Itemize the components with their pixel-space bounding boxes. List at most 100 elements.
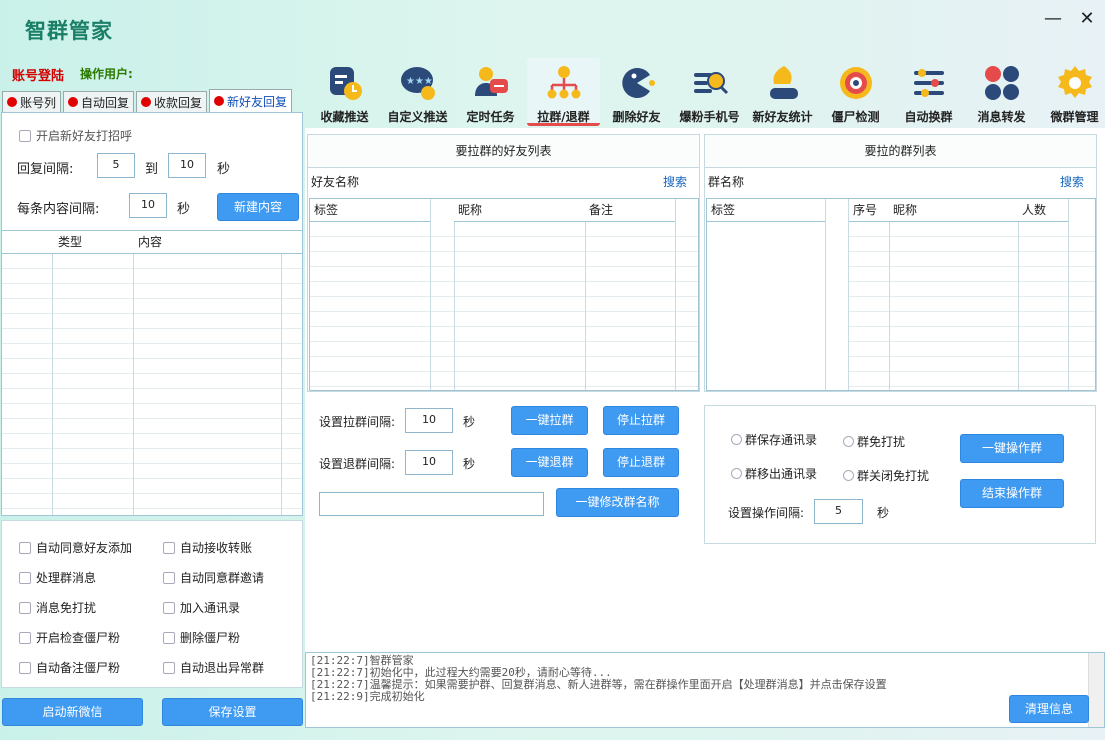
minimize-button[interactable]: — — [1042, 8, 1064, 30]
checkbox-icon — [19, 571, 31, 584]
toolbar-scheduled-task[interactable]: 定时任务 — [454, 58, 527, 126]
quit-interval-input[interactable]: 10 — [405, 450, 453, 475]
column-header-nickname: 昵称 — [889, 199, 1018, 222]
delete-friend-icon — [618, 64, 656, 102]
group-table[interactable]: 标签 序号 昵称 人数 — [706, 198, 1096, 391]
pull-quit-group-icon — [545, 64, 583, 102]
toolbar-delete-friend[interactable]: 删除好友 — [600, 58, 673, 126]
tab-auto-reply[interactable]: 自动回复 — [63, 91, 135, 112]
log-scrollbar[interactable] — [1088, 653, 1104, 727]
handle-group-msg-checkbox[interactable]: 处理群消息 — [19, 569, 96, 586]
tab-label: 账号列 — [20, 95, 57, 110]
group-mute-radio[interactable]: 群免打扰 — [843, 433, 905, 450]
group-filter-bar: 群名称 搜索 — [705, 168, 1096, 197]
message-forward-icon — [983, 64, 1021, 102]
seconds-label: 秒 — [463, 415, 476, 429]
checkbox-icon — [19, 129, 31, 142]
group-remove-contacts-radio[interactable]: 群移出通讯录 — [731, 465, 817, 482]
toolbar-label: 自动换群 — [904, 110, 953, 124]
stop-pull-button[interactable]: 停止拉群 — [603, 406, 679, 435]
toolbar-favorites-push[interactable]: 收藏推送 — [308, 58, 381, 126]
delete-zombie-checkbox[interactable]: 删除僵尸粉 — [163, 629, 240, 646]
checkbox-label: 加入通讯录 — [180, 601, 241, 615]
reply-interval-from-input[interactable]: 5 — [97, 153, 135, 178]
main-area: 要拉群的好友列表 好友名称 搜索 标签 昵称 备注 要拉的群列表 群名称 搜索 — [305, 128, 1105, 654]
toolbar-friend-stats[interactable]: 新好友统计 — [746, 58, 819, 126]
operation-interval-input[interactable]: 5 — [814, 499, 863, 524]
pull-group-button[interactable]: 一键拉群 — [511, 406, 588, 435]
status-dot-icon — [7, 97, 17, 107]
friend-table[interactable]: 标签 昵称 备注 — [309, 198, 699, 391]
toolbar-label: 爆粉手机号 — [679, 110, 740, 124]
toolbar-auto-switch-group[interactable]: 自动换群 — [892, 58, 965, 126]
column-header-number: 序号 — [849, 199, 889, 222]
quit-interval-label: 设置退群间隔: — [319, 457, 396, 471]
toolbar-pull-quit-group[interactable]: 拉群/退群 — [527, 58, 600, 126]
checkbox-icon — [163, 571, 175, 584]
tab-accounts[interactable]: 账号列 — [2, 91, 62, 112]
group-list-panel: 要拉的群列表 群名称 搜索 标签 序号 昵称 人数 — [704, 134, 1097, 392]
status-dot-icon — [68, 97, 79, 107]
rename-group-button[interactable]: 一键修改群名称 — [556, 488, 679, 517]
radio-label: 群免打扰 — [857, 435, 906, 449]
friend-search-link[interactable]: 搜索 — [663, 168, 687, 197]
new-content-button[interactable]: 新建内容 — [217, 193, 299, 221]
group-unmute-radio[interactable]: 群关闭免打扰 — [843, 467, 929, 484]
group-save-contacts-radio[interactable]: 群保存通讯录 — [731, 431, 817, 448]
table-rows — [310, 222, 698, 390]
log-area[interactable]: [21:22:7]智群管家 [21:22:7]初始化中，此过程大约需要20秒，请… — [305, 652, 1105, 728]
checkbox-label: 自动接收转账 — [180, 541, 253, 555]
toolbar-label: 微群管理 — [1050, 110, 1099, 124]
auto-receive-transfer-checkbox[interactable]: 自动接收转账 — [163, 539, 252, 556]
log-line: [21:22:7]温馨提示：如果需要护群、回复群消息、新人进群等，需在群操作里面… — [310, 678, 887, 691]
reply-interval-to-input[interactable]: 10 — [168, 153, 206, 178]
toolbar-custom-push[interactable]: ★★★ 自定义推送 — [381, 58, 454, 126]
login-link[interactable]: 账号登陆 — [12, 65, 64, 84]
add-to-contacts-checkbox[interactable]: 加入通讯录 — [163, 599, 240, 616]
clear-log-button[interactable]: 清理信息 — [1009, 695, 1089, 723]
quit-group-button[interactable]: 一键退群 — [511, 448, 588, 477]
note-zombie-checkbox[interactable]: 自动备注僵尸粉 — [19, 659, 120, 676]
stop-quit-button[interactable]: 停止退群 — [603, 448, 679, 477]
toolbar-label: 消息转发 — [977, 110, 1026, 124]
start-wechat-button[interactable]: 启动新微信 — [2, 698, 143, 726]
checkbox-label: 自动备注僵尸粉 — [36, 661, 121, 675]
tab-new-friend-reply[interactable]: 新好友回复 — [209, 89, 293, 112]
app-title: 智群管家 — [25, 18, 113, 43]
checkbox-label: 自动同意好友添加 — [36, 541, 133, 555]
toolbar-message-forward[interactable]: 消息转发 — [965, 58, 1038, 126]
enable-greeting-checkbox[interactable]: 开启新好友打招呼 — [19, 127, 132, 144]
new-friend-panel: 开启新好友打招呼 回复间隔: 5 到 10 秒 每条内容间隔: 10 秒 新建内… — [1, 112, 303, 516]
content-table[interactable]: 类型 内容 — [2, 230, 302, 516]
quit-abnormal-group-checkbox[interactable]: 自动退出异常群 — [163, 659, 264, 676]
status-dot-icon — [141, 97, 152, 107]
mute-messages-checkbox[interactable]: 消息免打扰 — [19, 599, 96, 616]
friend-filter-bar: 好友名称 搜索 — [308, 168, 699, 197]
column-header-extra — [282, 231, 302, 254]
column-header-tag: 标签 — [707, 199, 825, 222]
group-name-input[interactable] — [319, 492, 544, 516]
pull-interval-input[interactable]: 10 — [405, 408, 453, 433]
column-header-count: 人数 — [1018, 199, 1068, 222]
each-interval-input[interactable]: 10 — [129, 193, 167, 218]
end-operate-group-button[interactable]: 结束操作群 — [960, 479, 1064, 508]
column-header-index — [2, 231, 52, 254]
tab-payment-reply[interactable]: 收款回复 — [136, 91, 208, 112]
check-zombie-checkbox[interactable]: 开启检查僵尸粉 — [19, 629, 120, 646]
group-operation-panel: 群保存通讯录 群免打扰 群移出通讯录 群关闭免打扰 一键操作群 结束操作群 设置… — [704, 405, 1096, 544]
toolbar-group-manage[interactable]: 微群管理 — [1038, 58, 1105, 126]
toolbar-zombie-detect[interactable]: 僵尸检测 — [819, 58, 892, 126]
auto-accept-friend-checkbox[interactable]: 自动同意好友添加 — [19, 539, 132, 556]
left-tabs: 账号列 自动回复 收款回复 新好友回复 — [2, 89, 294, 113]
toolbar-label: 定时任务 — [466, 110, 515, 124]
toolbar-phone-number[interactable]: 爆粉手机号 — [673, 58, 746, 126]
group-search-link[interactable]: 搜索 — [1060, 168, 1084, 197]
column-header-nickname: 昵称 — [454, 199, 585, 222]
checkbox-icon — [19, 631, 31, 644]
checkbox-icon — [19, 541, 31, 554]
auto-accept-group-invite-checkbox[interactable]: 自动同意群邀请 — [163, 569, 264, 586]
close-button[interactable]: ✕ — [1076, 8, 1098, 30]
friend-stats-icon — [764, 64, 802, 102]
save-settings-button[interactable]: 保存设置 — [162, 698, 303, 726]
operate-group-button[interactable]: 一键操作群 — [960, 434, 1064, 463]
